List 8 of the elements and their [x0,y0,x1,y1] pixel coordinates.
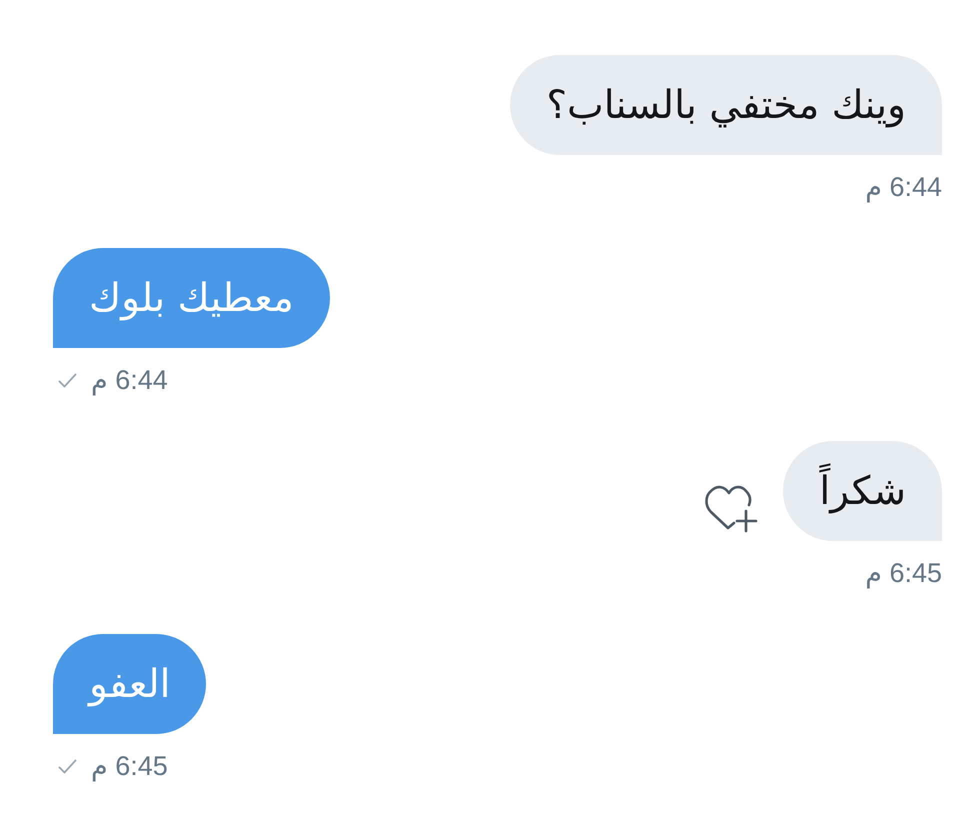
message-bubble: العفو [53,634,206,734]
message-bubble: معطيك بلوك [53,248,330,348]
message-bubble: شكراً [783,441,942,541]
message-bubble: وينك مختفي بالسناب؟ [510,55,942,155]
message-time: 6:45 م [91,751,168,781]
message-time: 6:45 م [865,558,942,588]
message-time: 6:44 م [91,365,168,395]
message-time: 6:44 م [865,172,942,202]
